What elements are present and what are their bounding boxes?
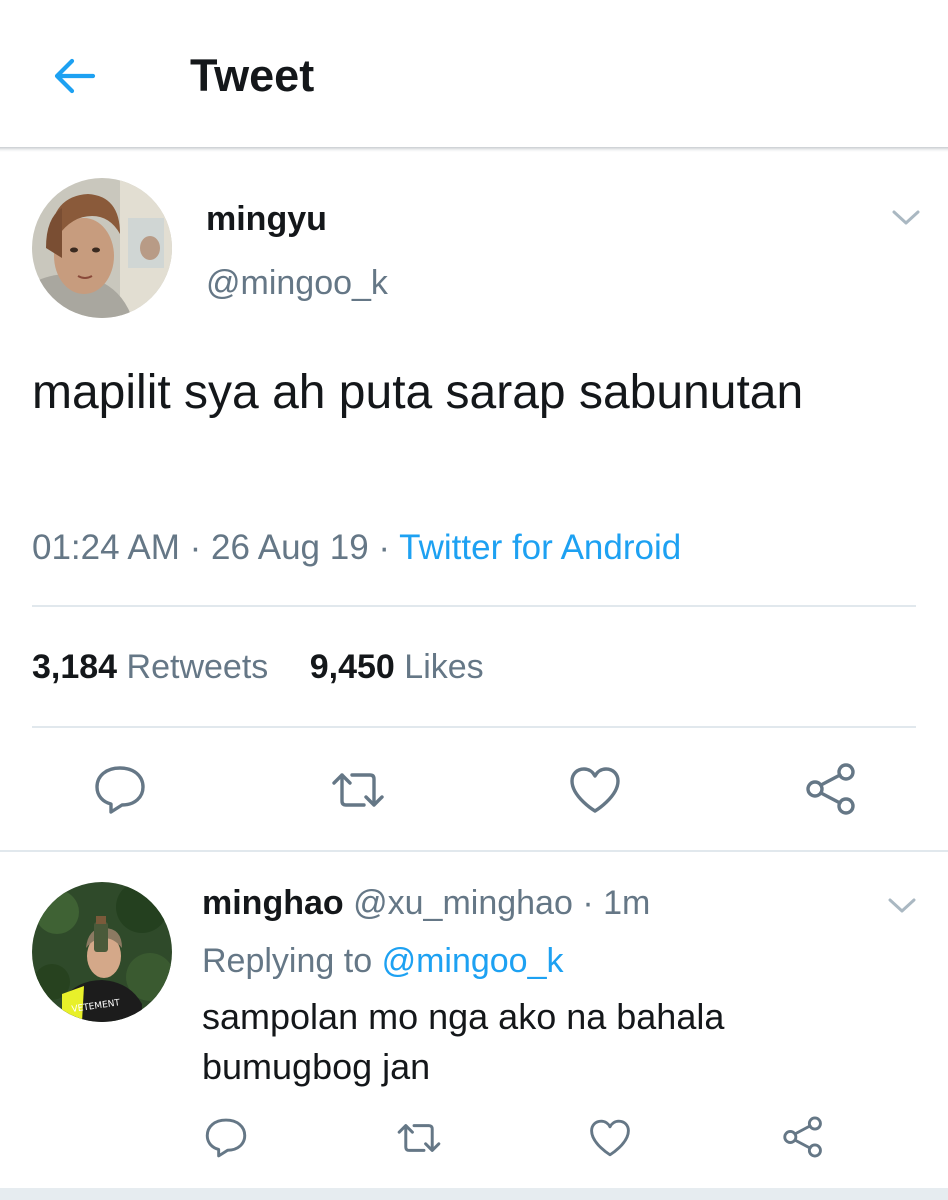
- divider: [32, 726, 916, 728]
- tweet-text: mapilit sya ah puta sarap sabunutan: [32, 366, 804, 419]
- reply-reply-button[interactable]: [200, 1112, 252, 1164]
- author-avatar[interactable]: [32, 178, 172, 318]
- retweets-count: 3,184: [32, 648, 118, 686]
- tweet-options-button[interactable]: [882, 198, 930, 238]
- chevron-down-icon: [888, 898, 916, 913]
- meta-separator: ·: [378, 528, 400, 567]
- retweet-icon: [332, 773, 384, 807]
- reply-share-button[interactable]: [776, 1110, 830, 1164]
- retweets-stat[interactable]: 3,184 Retweets: [32, 644, 268, 690]
- reply-age: 1m: [603, 884, 651, 922]
- likes-label: Likes: [404, 648, 484, 686]
- reply-author-handle[interactable]: @xu_minghao: [353, 884, 573, 922]
- chevron-down-icon: [892, 210, 920, 225]
- reply-author-avatar[interactable]: VETEMENT: [32, 882, 172, 1022]
- likes-count: 9,450: [309, 648, 395, 686]
- back-button[interactable]: [40, 44, 108, 108]
- bottom-divider: [0, 1188, 948, 1200]
- tweet-date: 26 Aug 19: [211, 528, 369, 567]
- avatar-photo: [32, 178, 172, 318]
- retweet-icon: [397, 1124, 441, 1152]
- top-app-bar: [0, 0, 948, 148]
- reply-options-button[interactable]: [878, 886, 926, 926]
- reply-header: minghao @xu_minghao · 1m: [202, 880, 650, 926]
- share-icon: [806, 763, 855, 815]
- retweet-button[interactable]: [326, 760, 390, 820]
- tweet-source-link[interactable]: Twitter for Android: [399, 528, 681, 567]
- reply-author-name[interactable]: minghao: [202, 884, 344, 922]
- tweet-time: 01:24 AM: [32, 528, 180, 567]
- retweets-label: Retweets: [126, 648, 269, 686]
- replying-mention-link[interactable]: @mingoo_k: [382, 942, 564, 980]
- avatar-photo: VETEMENT: [32, 882, 172, 1022]
- heart-icon: [570, 767, 620, 813]
- divider: [32, 605, 916, 607]
- replying-to: Replying to @mingoo_k: [202, 938, 564, 984]
- heart-icon: [590, 1119, 630, 1157]
- reply-text: sampolan mo nga ako na bahala bumugbog j…: [202, 996, 725, 1087]
- meta-separator: ·: [582, 884, 594, 922]
- author-handle[interactable]: @mingoo_k: [206, 262, 388, 304]
- share-button[interactable]: [800, 758, 862, 820]
- reply-button[interactable]: [90, 760, 150, 820]
- section-divider: [0, 850, 948, 852]
- reply-icon: [95, 766, 145, 814]
- meta-separator: ·: [189, 528, 212, 567]
- reply-retweet-button[interactable]: [392, 1112, 446, 1164]
- page-title: Tweet: [190, 50, 315, 101]
- header-divider: [0, 147, 948, 152]
- tweet-metadata: 01:24 AM · 26 Aug 19 · Twitter for Andro…: [32, 525, 681, 571]
- likes-stat[interactable]: 9,450 Likes: [310, 644, 484, 690]
- author-display-name[interactable]: mingyu: [206, 198, 327, 240]
- like-button[interactable]: [565, 760, 625, 820]
- share-icon: [783, 1116, 822, 1158]
- tweet-stats: 3,184 Retweets 9,450 Likes: [32, 644, 516, 690]
- arrow-left-icon: [54, 58, 96, 94]
- replying-prefix: Replying to: [202, 942, 373, 980]
- reply-like-button[interactable]: [584, 1112, 636, 1164]
- reply-icon: [205, 1118, 247, 1158]
